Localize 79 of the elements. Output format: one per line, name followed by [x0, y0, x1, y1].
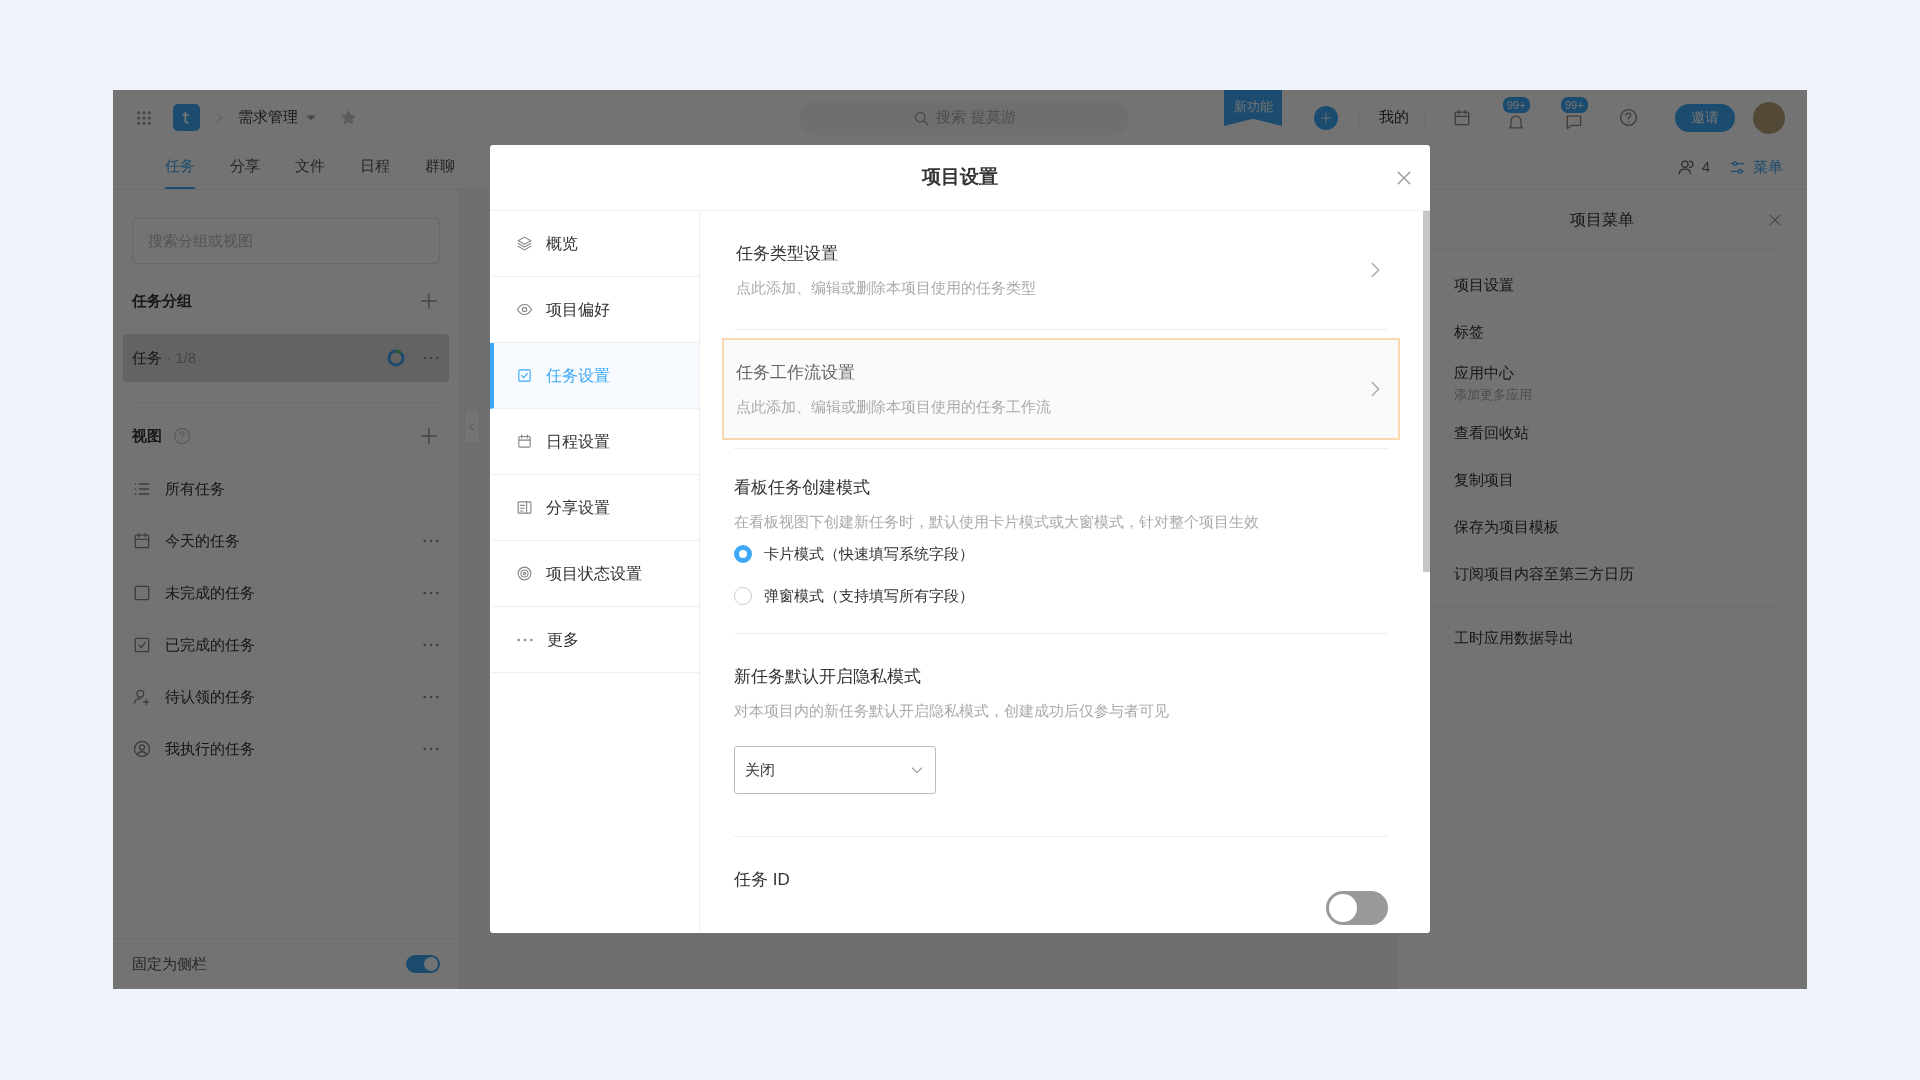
mine-link[interactable]: 我的 — [1379, 106, 1409, 129]
layers-icon — [516, 235, 533, 252]
eye-icon — [516, 301, 533, 318]
menu-item[interactable]: 查看回收站 — [1454, 410, 1783, 457]
tab[interactable]: 日程 — [360, 145, 390, 189]
section-title: 任务 ID — [734, 869, 790, 891]
menu-item[interactable]: 项目设置 — [1454, 262, 1783, 309]
plus-icon — [1319, 110, 1333, 125]
tab[interactable]: 分享 — [230, 145, 260, 189]
person-plus-icon — [132, 687, 152, 707]
scrollbar[interactable] — [1423, 211, 1430, 572]
project-logo[interactable] — [173, 104, 200, 131]
calendar-icon — [516, 433, 533, 450]
nav-item[interactable]: 更多 — [490, 607, 699, 673]
section-description: 在看板视图下创建新任务时，默认使用卡片模式或大窗模式，针对整个项目生效 — [734, 511, 1260, 532]
nav-item[interactable]: 任务设置 — [490, 343, 699, 409]
pin-sidebar-label: 固定为侧栏 — [132, 953, 207, 974]
section-title: 任务分组 — [132, 290, 192, 311]
calendar-icon[interactable] — [1452, 107, 1472, 128]
menu-item[interactable]: 复制项目 — [1454, 457, 1783, 504]
view-item[interactable]: 今天的任务 — [132, 515, 440, 567]
more-icon[interactable] — [422, 591, 440, 595]
view-item[interactable]: 待认领的任务 — [132, 671, 440, 723]
panel-title: 项目菜单 — [1570, 209, 1634, 230]
nav-item[interactable]: 项目状态设置 — [490, 541, 699, 607]
members-button[interactable]: 4 — [1676, 145, 1710, 189]
settings-link[interactable]: 任务工作流设置 点此添加、编辑或删除本项目使用的任务工作流 — [722, 338, 1400, 440]
checkbox-icon — [132, 583, 152, 603]
add-icon[interactable] — [418, 425, 440, 447]
view-item[interactable]: 未完成的任务 — [132, 567, 440, 619]
new-feature-badge[interactable]: 新功能 — [1224, 90, 1282, 126]
checked-checkbox-icon — [516, 367, 533, 384]
radio-option[interactable]: 卡片模式（快速填写系统字段） — [734, 533, 1388, 575]
more-icon[interactable] — [422, 747, 440, 751]
nav-item[interactable]: 概览 — [490, 211, 699, 277]
section-description: 对本项目内的新任务默认开启隐私模式，创建成功后仅参与者可见 — [734, 700, 1170, 721]
toggle[interactable] — [406, 955, 440, 973]
section-title: 视图 — [132, 425, 162, 446]
star-icon[interactable] — [340, 109, 357, 126]
calendar-icon — [132, 531, 152, 551]
section-title: 看板任务创建模式 — [734, 477, 871, 499]
more-icon — [516, 637, 534, 642]
toggle[interactable] — [1326, 891, 1388, 925]
menu-item[interactable]: 工时应用数据导出 — [1454, 615, 1783, 662]
avatar[interactable] — [1753, 101, 1785, 134]
progress-ring-icon — [386, 348, 406, 368]
add-icon[interactable] — [418, 290, 440, 312]
section-title: 新任务默认开启隐私模式 — [734, 666, 922, 688]
menu-button[interactable]: 菜单 — [1728, 145, 1783, 189]
target-icon — [516, 565, 533, 582]
help-icon[interactable] — [1618, 107, 1639, 128]
user-circle-icon — [132, 739, 152, 759]
count-badge: 99+ — [1502, 95, 1531, 114]
settings-link[interactable]: 任务类型设置 点此添加、编辑或删除本项目使用的任务类型 — [722, 219, 1400, 321]
nav-item[interactable]: 日程设置 — [490, 409, 699, 475]
menu-item[interactable]: 订阅项目内容至第三方日历 — [1454, 551, 1783, 598]
checked-checkbox-icon — [132, 635, 152, 655]
apps-grid-icon[interactable] — [135, 108, 153, 127]
project-name[interactable]: 需求管理 — [238, 106, 298, 129]
dialog-title: 项目设置 — [922, 165, 998, 190]
view-item[interactable]: 我执行的任务 — [132, 723, 440, 775]
radio-option[interactable]: 弹窗模式（支持填写所有字段） — [734, 575, 1388, 617]
document-icon — [516, 499, 533, 516]
tab[interactable]: 任务 — [165, 145, 195, 189]
invite-button[interactable]: 邀请 — [1675, 103, 1735, 132]
view-item[interactable]: 已完成的任务 — [132, 619, 440, 671]
menu-item[interactable]: 保存为项目模板 — [1454, 504, 1783, 551]
more-icon[interactable] — [422, 695, 440, 699]
more-icon[interactable] — [422, 539, 440, 543]
menu-item[interactable]: 标签 — [1454, 309, 1783, 356]
tab[interactable]: 文件 — [295, 145, 325, 189]
add-button[interactable] — [1314, 105, 1338, 130]
more-icon[interactable] — [422, 643, 440, 647]
collapse-handle[interactable] — [464, 410, 480, 444]
select-field[interactable]: 关闭 — [734, 746, 936, 794]
tab[interactable]: 群聊 — [425, 145, 455, 189]
view-item[interactable]: 所有任务 — [132, 463, 440, 515]
count-badge: 99+ — [1560, 95, 1589, 114]
nav-item[interactable]: 分享设置 — [490, 475, 699, 541]
